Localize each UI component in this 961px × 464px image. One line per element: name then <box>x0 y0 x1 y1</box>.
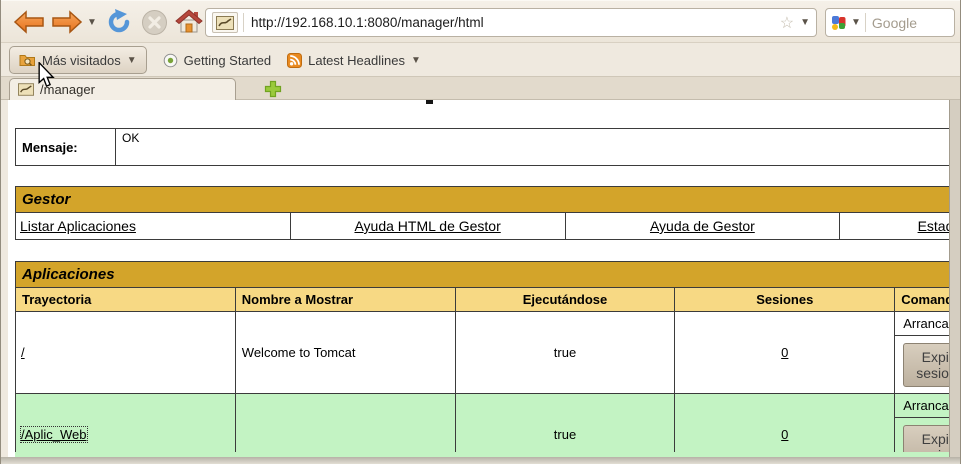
message-value: OK <box>115 128 949 166</box>
start-command: Arrancar <box>903 398 949 413</box>
column-header-running: Ejecutándose <box>454 287 676 312</box>
app-path-link[interactable]: / <box>21 345 25 360</box>
app-path-link[interactable]: /Aplic_Web <box>20 426 88 443</box>
reload-button[interactable] <box>105 8 133 36</box>
app-sessions-link[interactable]: 0 <box>781 345 788 360</box>
google-logo-icon <box>832 15 846 30</box>
back-button[interactable] <box>13 10 45 34</box>
column-header-path: Trayectoria <box>15 287 236 312</box>
app-sessions-link[interactable]: 0 <box>781 427 788 442</box>
back-arrow-icon <box>13 10 44 34</box>
latest-headlines-label: Latest Headlines <box>308 52 405 68</box>
app-display-name: Welcome to Tomcat <box>234 311 456 394</box>
rss-icon <box>287 52 303 68</box>
forward-button[interactable] <box>51 10 83 34</box>
bookmark-latest-headlines[interactable]: Latest Headlines ▼ <box>287 52 421 68</box>
tab-favicon <box>18 83 34 96</box>
navigation-toolbar: ▼ http://192.168.10.1:8080/manager/html … <box>1 0 960 43</box>
manager-section-title: Gestor <box>15 186 949 213</box>
plus-icon <box>264 80 282 98</box>
applications-section-title: Aplicaciones <box>15 261 949 288</box>
app-display-name <box>234 393 456 458</box>
page-content: Mensaje: OK Gestor Listar Aplicaciones A… <box>8 100 949 458</box>
command-links: Arrancar Parar Recargar Replegar <box>895 394 949 418</box>
stop-button <box>141 9 168 36</box>
message-label: Mensaje: <box>15 128 116 166</box>
app-running: true <box>454 311 676 394</box>
column-header-commands: Comandos <box>894 287 949 312</box>
application-row-root: / Welcome to Tomcat true 0 Arrancar Para… <box>15 311 949 394</box>
message-table: Mensaje: OK <box>15 128 949 166</box>
url-separator <box>243 13 244 32</box>
search-engine-dropdown[interactable]: ▼ <box>851 17 861 28</box>
command-links: Arrancar Parar Recargar Replegar <box>895 312 949 336</box>
search-separator <box>864 13 866 32</box>
tab-bar: /manager <box>1 77 960 100</box>
app-commands-cell: Arrancar Parar Recargar Replegar Expirar… <box>894 393 949 458</box>
most-visited-caret-icon: ▼ <box>126 54 137 66</box>
home-icon <box>175 9 203 33</box>
link-html-manager-help[interactable]: Ayuda HTML de Gestor <box>354 218 500 234</box>
link-server-status[interactable]: Estado de Servidor <box>918 218 949 234</box>
search-box[interactable]: ▼ Google <box>825 8 955 37</box>
column-header-display-name: Nombre a Mostrar <box>234 287 456 312</box>
window-frame-bottom <box>1 457 960 464</box>
url-dropdown[interactable]: ▼ <box>800 17 810 28</box>
expire-sessions-form: Expirar sesiones sin trabajar ≥ minutos <box>895 336 949 393</box>
home-button[interactable] <box>175 8 203 35</box>
clipped-title-fragment <box>426 100 433 104</box>
most-visited-button[interactable]: Más visitados ▼ <box>9 46 147 74</box>
latest-headlines-caret-icon: ▼ <box>410 54 421 66</box>
bookmark-star-icon[interactable]: ☆ <box>780 13 794 33</box>
bookmark-getting-started[interactable]: Getting Started <box>163 53 271 68</box>
link-manager-help[interactable]: Ayuda de Gestor <box>650 218 755 234</box>
url-bar[interactable]: http://192.168.10.1:8080/manager/html ☆ … <box>205 8 817 37</box>
bookmarks-toolbar: Más visitados ▼ Getting Started Latest H… <box>1 44 960 77</box>
stop-icon <box>142 10 167 35</box>
search-input[interactable]: Google <box>872 15 917 31</box>
reload-icon <box>108 9 130 33</box>
folder-search-icon <box>19 55 35 66</box>
manager-table: Gestor Listar Aplicaciones Ayuda HTML de… <box>15 186 949 240</box>
app-commands-cell: Arrancar Parar Recargar Replegar Expirar… <box>894 311 949 394</box>
getting-started-icon <box>163 53 177 67</box>
browser-window: ▼ http://192.168.10.1:8080/manager/html … <box>0 0 961 464</box>
url-text[interactable]: http://192.168.10.1:8080/manager/html <box>251 15 780 30</box>
applications-table: Aplicaciones Trayectoria Nombre a Mostra… <box>15 261 949 458</box>
application-row-aplic-web: /Aplic_Web true 0 Arrancar Parar Recarga… <box>15 393 949 458</box>
history-dropdown[interactable]: ▼ <box>87 17 97 28</box>
site-favicon <box>212 12 238 33</box>
new-tab-button[interactable] <box>263 80 283 98</box>
link-list-applications[interactable]: Listar Aplicaciones <box>20 218 136 234</box>
forward-arrow-icon <box>52 10 83 34</box>
column-header-sessions: Sesiones <box>674 287 896 312</box>
expire-sessions-button[interactable]: Expirar sesiones <box>903 342 949 387</box>
start-command: Arrancar <box>903 316 949 331</box>
mouse-cursor <box>38 62 55 87</box>
window-frame-right <box>949 100 960 464</box>
app-running: true <box>454 393 676 458</box>
getting-started-label: Getting Started <box>183 52 272 68</box>
